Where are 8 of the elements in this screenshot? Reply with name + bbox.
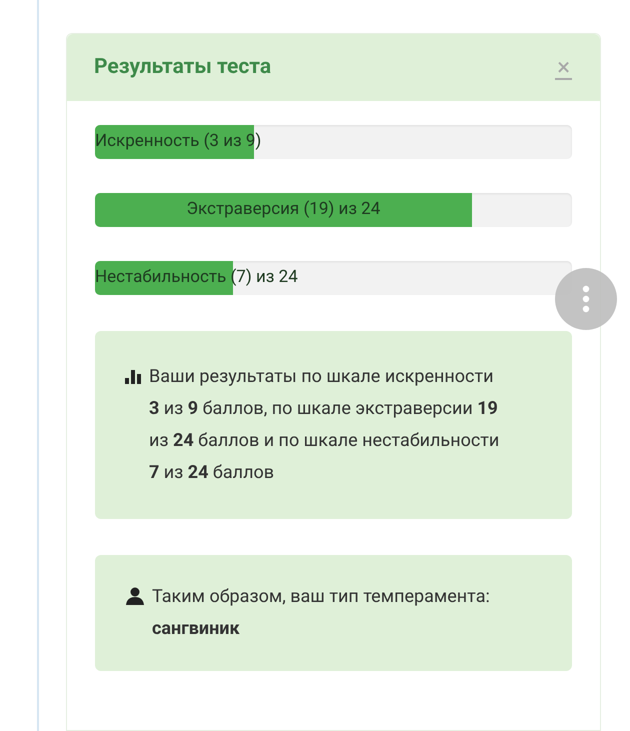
- panel-title: Результаты теста: [94, 54, 272, 81]
- bar-chart-icon: [125, 368, 143, 384]
- more-icon: [582, 285, 590, 313]
- close-button[interactable]: ×: [555, 56, 572, 80]
- person-icon: [125, 587, 145, 605]
- progress-label: Экстраверсия (19) из 24: [186, 198, 380, 222]
- result-text: Таким образом, ваш тип темперамента: сангвиник: [152, 585, 491, 641]
- result-text: Ваши результаты по шкале искренности 3 из 9 баллов, по шкале экстраверсии 19 из 24 баллов и по шкале нестабильности 7 из 24 баллов: [149, 365, 500, 485]
